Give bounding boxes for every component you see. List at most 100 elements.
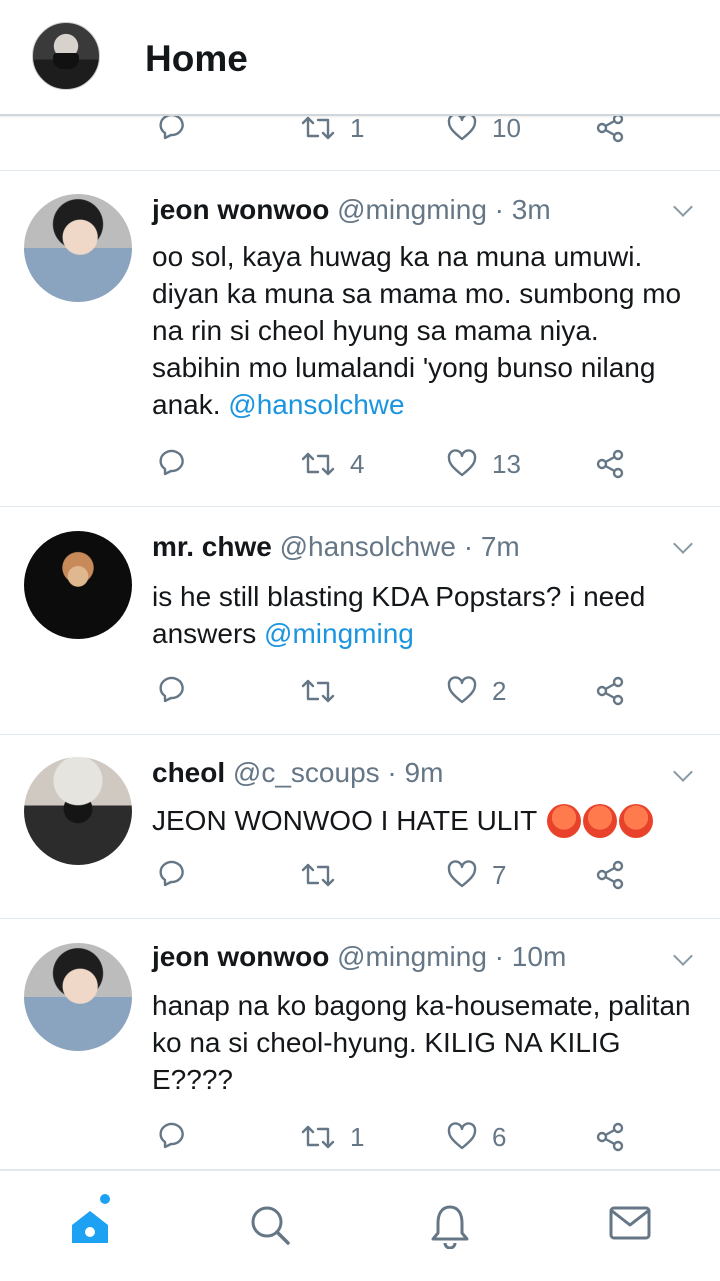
avatar[interactable] [24, 757, 132, 865]
tweet-actions: 1 6 [0, 1121, 720, 1161]
retweet-button[interactable]: 1 [300, 112, 364, 144]
retweet-icon [301, 863, 335, 887]
like-count: 7 [492, 859, 507, 890]
like-button[interactable]: 10 [446, 112, 521, 144]
bottom-nav [0, 1170, 720, 1281]
mention-link[interactable]: @hansolchwe [228, 389, 404, 420]
like-count: 6 [492, 1121, 507, 1152]
like-button[interactable]: 13 [446, 448, 521, 480]
timestamp: 9m [404, 757, 444, 788]
reply-button[interactable] [155, 859, 187, 891]
tweet-actions: 4 13 [0, 448, 720, 488]
angry-face-icon [546, 803, 581, 838]
handle[interactable]: @mingming [337, 941, 487, 972]
chevron-down-icon[interactable] [672, 535, 696, 559]
handle[interactable]: @c_scoups [233, 757, 380, 788]
avatar[interactable] [24, 531, 132, 639]
retweet-count: 4 [350, 448, 365, 479]
tweet-actions: 1 10 [0, 112, 720, 154]
retweet-button[interactable] [300, 859, 350, 891]
retweet-button[interactable]: 1 [300, 1121, 364, 1153]
chevron-down-icon[interactable] [672, 763, 696, 787]
reply-icon [159, 860, 184, 887]
display-name[interactable]: mr. chwe [152, 531, 272, 562]
search-icon[interactable] [248, 1203, 292, 1252]
display-name[interactable]: cheol [152, 757, 225, 788]
reply-button[interactable] [155, 675, 187, 707]
retweet-button[interactable]: 4 [300, 448, 364, 480]
tweet-header: mr. chwe @hansolchwe · 7m [152, 531, 520, 562]
handle[interactable]: @mingming [337, 194, 487, 225]
retweet-button[interactable] [300, 675, 350, 707]
like-button[interactable]: 6 [446, 1121, 506, 1153]
chevron-down-icon[interactable] [672, 947, 696, 971]
tweet[interactable]: jeon wonwoo @mingming · 10m hanap na ko … [0, 919, 720, 1170]
top-bar: Home [0, 0, 720, 116]
tweet-text: hanap na ko bagong ka-housemate, palitan… [152, 990, 691, 1095]
angry-face-icon [618, 803, 653, 838]
heart-icon [447, 860, 477, 888]
share-button[interactable] [594, 448, 626, 480]
reply-icon [159, 676, 184, 703]
retweet-count: 1 [350, 112, 365, 143]
retweet-icon [301, 1125, 335, 1149]
heart-icon [447, 676, 477, 704]
tweet-header: jeon wonwoo @mingming · 10m [152, 941, 567, 972]
heart-icon [447, 1122, 477, 1150]
heart-icon [447, 449, 477, 477]
like-button[interactable]: 7 [446, 859, 506, 891]
retweet-icon [301, 679, 335, 703]
share-icon [596, 113, 624, 143]
reply-icon [159, 449, 184, 476]
heart-icon [447, 113, 477, 141]
bell-icon[interactable] [428, 1203, 472, 1254]
share-icon [596, 860, 624, 890]
reply-button[interactable] [155, 1121, 187, 1153]
like-count: 10 [492, 112, 521, 143]
notification-dot [100, 1194, 110, 1204]
tweet-text: JEON WONWOO I HATE ULIT [152, 802, 692, 840]
tweet[interactable]: cheol @c_scoups · 9m JEON WONWOO I HATE … [0, 735, 720, 919]
share-icon [596, 449, 624, 479]
tweet-actions: 7 [0, 859, 720, 899]
tweet[interactable]: mr. chwe @hansolchwe · 7m is he still bl… [0, 507, 720, 735]
share-button[interactable] [594, 1121, 626, 1153]
reply-button[interactable] [155, 112, 187, 144]
retweet-count: 1 [350, 1121, 365, 1152]
display-name[interactable]: jeon wonwoo [152, 194, 329, 225]
profile-avatar[interactable] [32, 22, 100, 90]
tweet[interactable]: jeon wonwoo @mingming · 3m oo sol, kaya … [0, 170, 720, 507]
retweet-icon [301, 116, 335, 140]
reply-icon [159, 113, 184, 140]
display-name[interactable]: jeon wonwoo [152, 941, 329, 972]
angry-face-icon [582, 803, 617, 838]
retweet-icon [301, 452, 335, 476]
mail-icon[interactable] [608, 1203, 652, 1248]
avatar[interactable] [24, 194, 132, 302]
timestamp: 10m [511, 941, 567, 972]
page-title: Home [145, 38, 248, 79]
share-icon [596, 676, 624, 706]
tweet-actions: 2 [0, 675, 720, 715]
mention-link[interactable]: @mingming [264, 618, 414, 649]
timestamp: 7m [480, 531, 520, 562]
like-count: 2 [492, 675, 507, 706]
share-button[interactable] [594, 112, 626, 144]
tweet-text: oo sol, kaya huwag ka na muna umuwi. diy… [152, 238, 692, 423]
tweet-body: JEON WONWOO I HATE ULIT [152, 805, 537, 836]
chevron-down-icon[interactable] [672, 198, 696, 222]
tweet-header: jeon wonwoo @mingming · 3m [152, 194, 551, 225]
tweet-text: is he still blasting KDA Popstars? i nee… [152, 578, 692, 652]
tweet-header: cheol @c_scoups · 9m [152, 757, 444, 788]
handle[interactable]: @hansolchwe [280, 531, 456, 562]
share-icon [596, 1122, 624, 1152]
share-button[interactable] [594, 675, 626, 707]
avatar[interactable] [24, 943, 132, 1051]
like-count: 13 [492, 448, 521, 479]
like-button[interactable]: 2 [446, 675, 506, 707]
reply-icon [159, 1122, 184, 1149]
partial-tweet: 1 10 [0, 112, 720, 171]
home-icon[interactable] [68, 1194, 116, 1256]
reply-button[interactable] [155, 448, 187, 480]
share-button[interactable] [594, 859, 626, 891]
